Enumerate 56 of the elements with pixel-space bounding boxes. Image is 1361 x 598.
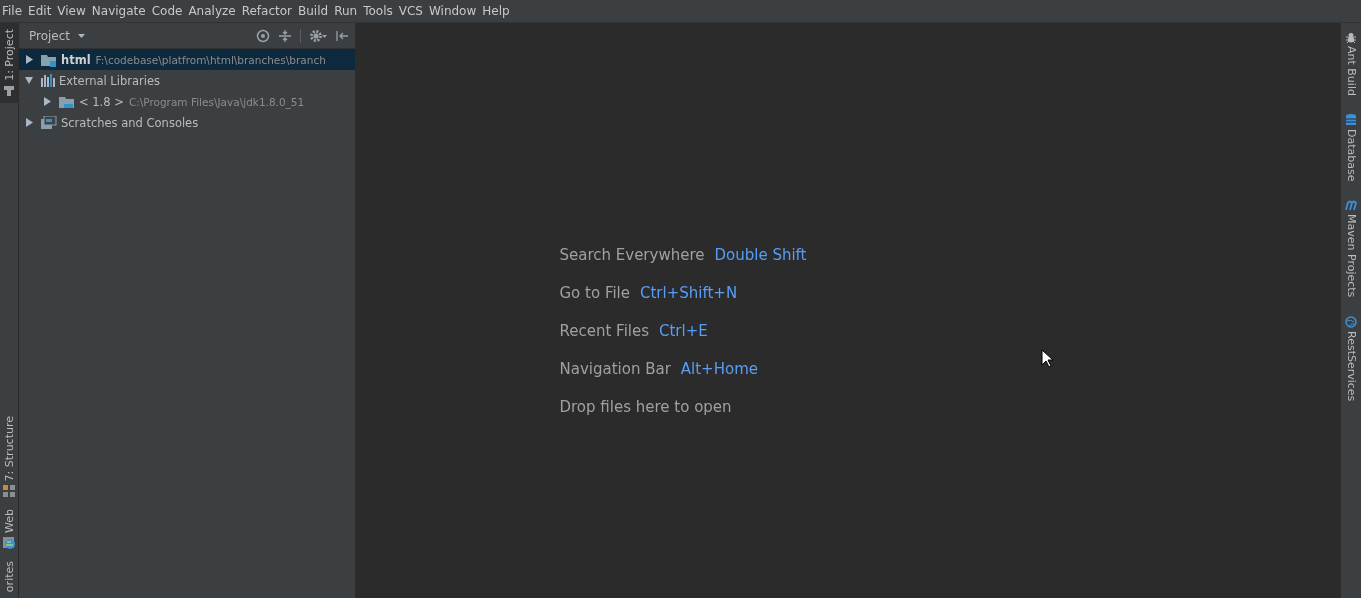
folder-icon (59, 94, 75, 109)
globe-icon (3, 536, 15, 549)
expanded-arrow-icon (25, 76, 33, 85)
menu-item[interactable]: View (57, 2, 92, 20)
menu-item[interactable]: Refactor (241, 2, 299, 20)
collapsed-arrow-icon (43, 97, 51, 106)
tool-window-tab[interactable]: Web (0, 502, 18, 555)
structure-icon (3, 484, 15, 497)
hide-icon[interactable] (335, 28, 349, 43)
tool-window-tab[interactable]: orites (0, 554, 18, 598)
tool-window-tab[interactable]: Maven Projects (1341, 199, 1361, 298)
menu-item[interactable]: Navigate (91, 2, 152, 20)
tool-window-tab[interactable]: Database (1341, 113, 1361, 182)
hint-text: Search Everywhere (559, 245, 705, 264)
globe-icon (1345, 315, 1357, 328)
collapse-icon[interactable] (278, 28, 292, 43)
shortcut-text: Alt+Home (680, 359, 758, 378)
menu-item[interactable]: Analyze (188, 2, 242, 20)
menu-item[interactable]: Run (334, 2, 364, 20)
hint-text: Go to File (559, 283, 630, 302)
hint-text: Drop files here to open (559, 397, 732, 416)
database-icon (1345, 113, 1357, 126)
menu-item[interactable]: Edit (28, 2, 58, 20)
collapsed-arrow-icon (25, 55, 33, 64)
menu-item[interactable]: Code (151, 2, 189, 20)
tree-item[interactable]: html F:\codebase\platfrom\html\branches\branch (19, 49, 355, 70)
tool-window-tab[interactable]: 1: Project (0, 23, 18, 103)
locate-icon[interactable] (256, 28, 270, 43)
menu-item[interactable]: Window (428, 2, 483, 20)
collapsed-arrow-icon (25, 118, 33, 127)
tool-window-icon (3, 84, 15, 97)
shortcut-text: Double Shift (714, 245, 807, 264)
tree-item[interactable]: Scratches and Consoles (19, 112, 355, 133)
mouse-cursor-icon (1041, 349, 1053, 368)
library-icon (41, 74, 55, 87)
tool-window-tab[interactable]: Ant Build (1341, 31, 1361, 96)
tree-item[interactable]: External Libraries (19, 70, 355, 91)
menu-item[interactable]: Help (482, 2, 516, 20)
tree-item[interactable]: < 1.8 > C:\Program Files\Java\jdk1.8.0_51 (19, 91, 355, 112)
hint-text: Navigation Bar (559, 359, 671, 378)
ant-icon (1345, 31, 1357, 43)
menu-item[interactable]: File (2, 2, 29, 20)
view-dropdown[interactable]: Project (29, 28, 86, 43)
tool-window-tab[interactable]: RestServices (1341, 315, 1361, 402)
settings-icon[interactable] (309, 28, 327, 43)
caret-icon (78, 33, 86, 38)
console-icon (41, 116, 57, 129)
shortcut-text: Ctrl+E (659, 321, 708, 340)
menu-item[interactable]: Build (298, 2, 335, 20)
tool-window-tab[interactable]: 7: Structure (0, 409, 18, 503)
menu-item[interactable]: VCS (398, 2, 429, 20)
menu-item[interactable]: Tools (363, 2, 399, 20)
maven-icon (1345, 199, 1357, 212)
module-folder-icon (41, 52, 57, 67)
shortcut-text: Ctrl+Shift+N (640, 283, 738, 302)
hint-text: Recent Files (559, 321, 649, 340)
